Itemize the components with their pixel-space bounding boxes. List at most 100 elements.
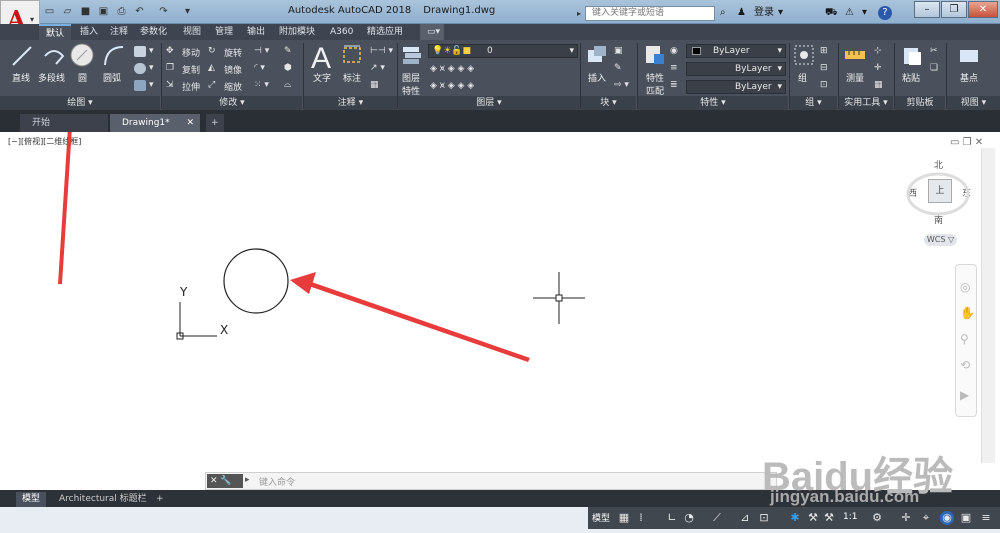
- steering-wheel-icon[interactable]: ◎: [960, 280, 970, 294]
- ribbon-options-icon[interactable]: ▭▾: [420, 24, 444, 40]
- minimize-button[interactable]: –: [914, 1, 940, 18]
- save-as-icon[interactable]: ▣: [96, 5, 111, 18]
- fillet-icon[interactable]: ◜ ▾: [254, 63, 265, 73]
- block-panel-title[interactable]: 块 ▾: [581, 96, 636, 110]
- scale-label[interactable]: 缩放: [224, 80, 242, 93]
- linetype-dropdown[interactable]: ByLayer ▾: [686, 80, 786, 94]
- model-space-toggle[interactable]: 模型: [592, 511, 610, 524]
- orbit-icon[interactable]: ⟲: [960, 358, 970, 372]
- ungroup-icon[interactable]: ⊞: [820, 46, 828, 56]
- tab-drawing1[interactable]: Drawing1* ✕: [110, 114, 200, 132]
- tab-start[interactable]: 开始: [20, 114, 108, 132]
- restore-button[interactable]: ❐: [941, 1, 967, 18]
- cart-icon[interactable]: ⛟: [825, 6, 838, 19]
- autoscale-icon[interactable]: ⚒: [806, 511, 820, 525]
- stretch-icon[interactable]: ⇲: [166, 80, 174, 90]
- workspace-gear-icon[interactable]: ⚙: [870, 511, 884, 525]
- group-icon[interactable]: [793, 44, 815, 66]
- group-edit-icon[interactable]: ⊟: [820, 63, 828, 73]
- color-dropdown[interactable]: ByLayer ▾: [686, 44, 786, 58]
- copy-icon[interactable]: ❐: [166, 63, 174, 73]
- zoom-icon[interactable]: ⚲: [960, 332, 969, 346]
- tab-a360[interactable]: A360: [323, 24, 360, 40]
- trim-icon[interactable]: ⊣ ▾: [254, 46, 269, 56]
- viewcube-top-face[interactable]: 上: [928, 179, 952, 203]
- copy-label[interactable]: 复制: [182, 63, 200, 76]
- tab-insert[interactable]: 插入: [73, 24, 105, 40]
- offset-icon[interactable]: ⌓: [284, 80, 291, 90]
- isodraft-icon[interactable]: ⟋: [710, 511, 724, 525]
- quick-select-icon[interactable]: ⊹: [874, 46, 882, 56]
- binoculars-icon[interactable]: ⌕: [720, 6, 726, 19]
- quick-access-dropdown-icon[interactable]: ▾: [180, 5, 195, 18]
- tab-annotate[interactable]: 注释: [103, 24, 135, 40]
- mirror-icon[interactable]: ◭: [208, 63, 215, 73]
- wcs-menu[interactable]: WCS ▽: [924, 234, 957, 246]
- clipboard-panel-title[interactable]: 剪贴板: [895, 96, 945, 110]
- showmotion-icon[interactable]: ▶: [960, 388, 969, 402]
- color-wheel-icon[interactable]: ◉: [670, 46, 678, 56]
- measure-icon[interactable]: [844, 46, 866, 64]
- grid-icon[interactable]: ▦: [617, 511, 631, 525]
- annotation-scale-icon[interactable]: ⚒: [822, 511, 836, 525]
- modify-panel-title[interactable]: 修改 ▾: [162, 96, 302, 110]
- draw-panel-title[interactable]: 绘图 ▾: [0, 96, 160, 110]
- chevron-down-icon[interactable]: ▾: [149, 80, 154, 90]
- a360-icon[interactable]: ⚠: [845, 6, 854, 19]
- explode-icon[interactable]: ⬢: [284, 63, 292, 73]
- chevron-down-icon[interactable]: ▾: [149, 63, 154, 73]
- chevron-down-icon[interactable]: ▾: [149, 46, 154, 56]
- arc-tool-icon[interactable]: [102, 44, 126, 68]
- mirror-label[interactable]: 镜像: [224, 63, 242, 76]
- group-select-icon[interactable]: ⊡: [820, 80, 828, 90]
- layer-tools-row1[interactable]: ◈ ⩙ ◈ ◈ ◈: [430, 64, 474, 74]
- login-button[interactable]: 登录: [754, 6, 774, 19]
- dimension-tool-icon[interactable]: [341, 44, 363, 66]
- utilities-panel-title[interactable]: 实用工具 ▾: [839, 96, 893, 110]
- chevron-down-icon[interactable]: ▾: [778, 6, 783, 19]
- pan-icon[interactable]: ✋: [960, 306, 975, 320]
- rotate-icon[interactable]: ↻: [208, 46, 216, 56]
- lineweight-icon[interactable]: ≡: [670, 63, 678, 73]
- annotation-scale[interactable]: 1:1: [843, 512, 857, 522]
- layer-dropdown[interactable]: 0 💡☀🔓■ ▾: [428, 44, 578, 58]
- 3d-osnap-icon[interactable]: ⊡: [757, 511, 771, 525]
- stretch-label[interactable]: 拉伸: [182, 80, 200, 93]
- insert-block-icon[interactable]: [586, 44, 608, 66]
- new-tab-button[interactable]: +: [206, 114, 224, 132]
- close-icon[interactable]: ✕: [186, 114, 194, 132]
- open-file-icon[interactable]: ▱: [60, 5, 75, 18]
- layer-tools-row2[interactable]: ◈ ⩙ ◈ ◈ ◈: [430, 81, 474, 91]
- save-icon[interactable]: ■: [78, 5, 93, 18]
- linear-dim-icon[interactable]: ⊢⊣ ▾: [370, 46, 393, 56]
- print-icon[interactable]: ⎙: [114, 5, 129, 18]
- erase-icon[interactable]: ✎: [284, 46, 292, 56]
- point-icon[interactable]: ✛: [874, 63, 882, 73]
- properties-panel-title[interactable]: 特性 ▾: [638, 96, 788, 110]
- annotation-monitor-icon[interactable]: ✛: [899, 511, 913, 525]
- help-button[interactable]: ?: [878, 6, 892, 20]
- new-file-icon[interactable]: ▭: [42, 5, 57, 18]
- chevron-down-icon[interactable]: ▾: [862, 6, 867, 19]
- annotation-visibility-icon[interactable]: ✱: [788, 511, 802, 525]
- user-icon[interactable]: ♟: [737, 6, 746, 19]
- vertical-scrollbar[interactable]: [981, 148, 995, 463]
- tab-view[interactable]: 视图: [176, 24, 208, 40]
- linetype-icon[interactable]: ≣: [670, 80, 678, 90]
- copy-clip-icon[interactable]: ❏: [930, 63, 938, 73]
- base-view-icon[interactable]: [958, 46, 980, 64]
- move-icon[interactable]: ✥: [166, 46, 174, 56]
- wrench-icon[interactable]: 🔧: [220, 476, 231, 486]
- leader-icon[interactable]: ↗ ▾: [370, 63, 385, 73]
- calculator-icon[interactable]: ▦: [874, 80, 883, 90]
- close-icon[interactable]: ✕: [210, 476, 218, 486]
- snap-icon[interactable]: ⁞: [634, 511, 648, 525]
- cut-icon[interactable]: ✂: [930, 46, 938, 56]
- tab-model[interactable]: 模型: [16, 492, 47, 507]
- tab-parametric[interactable]: 参数化: [133, 24, 174, 40]
- tab-manage[interactable]: 管理: [208, 24, 240, 40]
- rotate-label[interactable]: 旋转: [224, 46, 242, 59]
- ellipse-tool-icon[interactable]: [134, 63, 146, 74]
- tab-addins[interactable]: 附加模块: [272, 24, 322, 40]
- drawn-circle[interactable]: [223, 248, 289, 314]
